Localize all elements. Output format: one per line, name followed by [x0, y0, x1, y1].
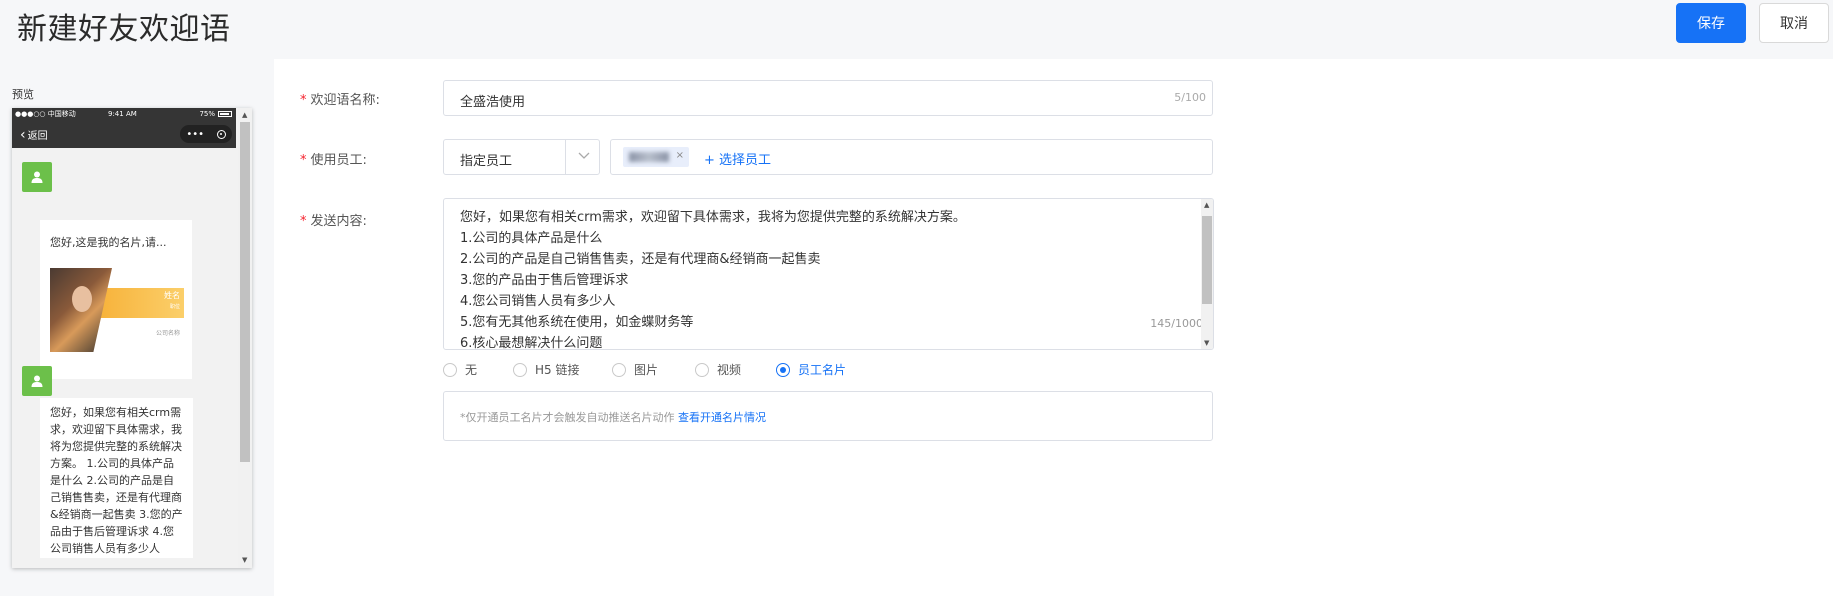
required-mark: * — [300, 153, 307, 168]
attachment-type-radio-group: 无 H5 链接 图片 视频 员工名片 — [443, 361, 1223, 381]
close-target-icon[interactable] — [216, 129, 226, 139]
name-label: * 欢迎语名称: — [300, 93, 380, 108]
name-char-count: 5/100 — [1174, 91, 1206, 104]
chat-area: 您好,这是我的名片,请... 姓名 职位 公司名称 您好，如果您有相关crm需求… — [12, 148, 238, 568]
select-employee-link[interactable]: + 选择员工 — [704, 149, 771, 168]
card-position: 职位 — [169, 304, 180, 310]
chevron-down-icon[interactable] — [577, 148, 591, 162]
content-line: 3.您的产品由于售后管理诉求 — [460, 273, 629, 288]
radio-video[interactable]: 视频 — [695, 361, 741, 378]
radio-circle[interactable] — [776, 362, 790, 377]
radio-circle[interactable] — [612, 362, 626, 377]
content-scrollbar[interactable]: ▲ ▼ — [1201, 199, 1213, 349]
preview-scrollbar[interactable]: ▲ ▼ — [238, 108, 252, 568]
radio-label: H5 链接 — [535, 363, 580, 377]
scroll-down-icon[interactable]: ▼ — [242, 556, 247, 564]
phone-preview: ●●●○○ 中国移动 9:41 AM 75% ‹ 返回 ••• 您好,这是我的名… — [12, 108, 252, 568]
content-char-count: 145/1000 — [1150, 317, 1203, 330]
mini-program-capsule[interactable]: ••• — [180, 125, 232, 143]
phone-status-bar: ●●●○○ 中国移动 9:41 AM 75% — [12, 108, 236, 120]
card-company: 公司名称 — [155, 330, 180, 337]
content-label: * 发送内容: — [300, 214, 367, 229]
battery-icon — [218, 111, 232, 117]
employee-tag[interactable]: × — [623, 147, 689, 167]
user-icon — [31, 171, 43, 183]
radio-circle[interactable] — [443, 362, 457, 377]
radio-label: 无 — [465, 363, 478, 377]
radio-label: 员工名片 — [798, 363, 847, 377]
welcome-name-input[interactable]: 全盛浩使用 5/100 — [443, 80, 1213, 116]
back-label: 返回 — [27, 131, 48, 142]
radio-circle[interactable] — [513, 362, 527, 377]
content-line: 5.您有无其他系统在使用，如金蝶财务等 — [460, 315, 694, 330]
scroll-thumb[interactable] — [1202, 216, 1212, 304]
required-mark: * — [300, 214, 307, 229]
notice-box: *仅开通员工名片才会触发自动推送名片动作 查看开通名片情况 — [443, 391, 1213, 441]
carrier-text: ●●●○○ 中国移动 — [15, 110, 76, 118]
radio-circle[interactable] — [695, 362, 709, 377]
business-card-message: 您好,这是我的名片,请... 姓名 职位 公司名称 — [40, 220, 192, 379]
radio-label: 视频 — [717, 363, 742, 377]
phone-nav-bar: ‹ 返回 ••• — [12, 120, 236, 148]
scroll-down-icon[interactable]: ▼ — [1204, 339, 1209, 347]
card-name: 姓名 — [164, 291, 180, 300]
content-line: 您好，如果您有相关crm需求，欢迎留下具体需求，我将为您提供完整的系统解决方案。 — [460, 210, 966, 225]
employee-scope-select[interactable]: 指定员工 — [443, 139, 600, 175]
scroll-thumb[interactable] — [240, 122, 250, 462]
radio-h5-link[interactable]: H5 链接 — [513, 361, 579, 378]
radio-employee-card[interactable]: 员工名片 — [776, 361, 846, 378]
required-mark: * — [300, 93, 307, 108]
radio-image[interactable]: 图片 — [612, 361, 658, 378]
battery-indicator: 75% — [199, 110, 232, 118]
content-line: 1.公司的具体产品是什么 — [460, 231, 603, 246]
user-icon — [31, 375, 43, 387]
status-time: 9:41 AM — [108, 110, 137, 118]
business-card-image: 姓名 职位 公司名称 — [50, 268, 184, 352]
battery-percent: 75% — [199, 110, 215, 118]
employee-picker[interactable]: × + 选择员工 — [610, 139, 1213, 175]
card-title: 您好,这是我的名片,请... — [50, 236, 167, 249]
close-icon[interactable]: × — [676, 150, 684, 161]
employee-name-blurred — [629, 152, 669, 162]
content-textarea[interactable]: 您好，如果您有相关crm需求，欢迎留下具体需求，我将为您提供完整的系统解决方案。… — [443, 198, 1214, 350]
welcome-name-value: 全盛浩使用 — [460, 95, 526, 110]
radio-none[interactable]: 无 — [443, 361, 477, 378]
chevron-left-icon: ‹ — [20, 126, 26, 143]
scroll-up-icon[interactable]: ▲ — [1204, 201, 1209, 209]
page-title: 新建好友欢迎语 — [17, 12, 231, 47]
notice-text: *仅开通员工名片才会触发自动推送名片动作 查看开通名片情况 — [460, 411, 766, 424]
back-button[interactable]: ‹ 返回 — [20, 126, 48, 143]
radio-label: 图片 — [634, 363, 659, 377]
card-face — [72, 286, 92, 312]
more-icon[interactable]: ••• — [186, 129, 204, 140]
preview-label: 预览 — [12, 88, 34, 101]
employees-label: * 使用员工: — [300, 153, 367, 168]
avatar — [22, 162, 52, 192]
content-line: 2.公司的产品是自己销售售卖，还是有代理商&经销商一起售卖 — [460, 252, 821, 267]
text-message-bubble: 您好，如果您有相关crm需求，欢迎留下具体需求，我将为您提供完整的系统解决方案。… — [40, 398, 193, 558]
content-text: 您好，如果您有相关crm需求，欢迎留下具体需求，我将为您提供完整的系统解决方案。… — [460, 207, 966, 350]
save-button[interactable]: 保存 — [1676, 3, 1746, 43]
select-divider — [565, 140, 566, 174]
view-card-status-link[interactable]: 查看开通名片情况 — [678, 411, 766, 424]
top-bar — [0, 0, 1833, 59]
scroll-up-icon[interactable]: ▲ — [242, 111, 247, 119]
employee-scope-value: 指定员工 — [460, 154, 513, 169]
content-line: 4.您公司销售人员有多少人 — [460, 294, 616, 309]
content-line: 6.核心最想解决什么问题 — [460, 336, 603, 350]
avatar — [22, 366, 52, 396]
cancel-button[interactable]: 取消 — [1759, 3, 1829, 43]
